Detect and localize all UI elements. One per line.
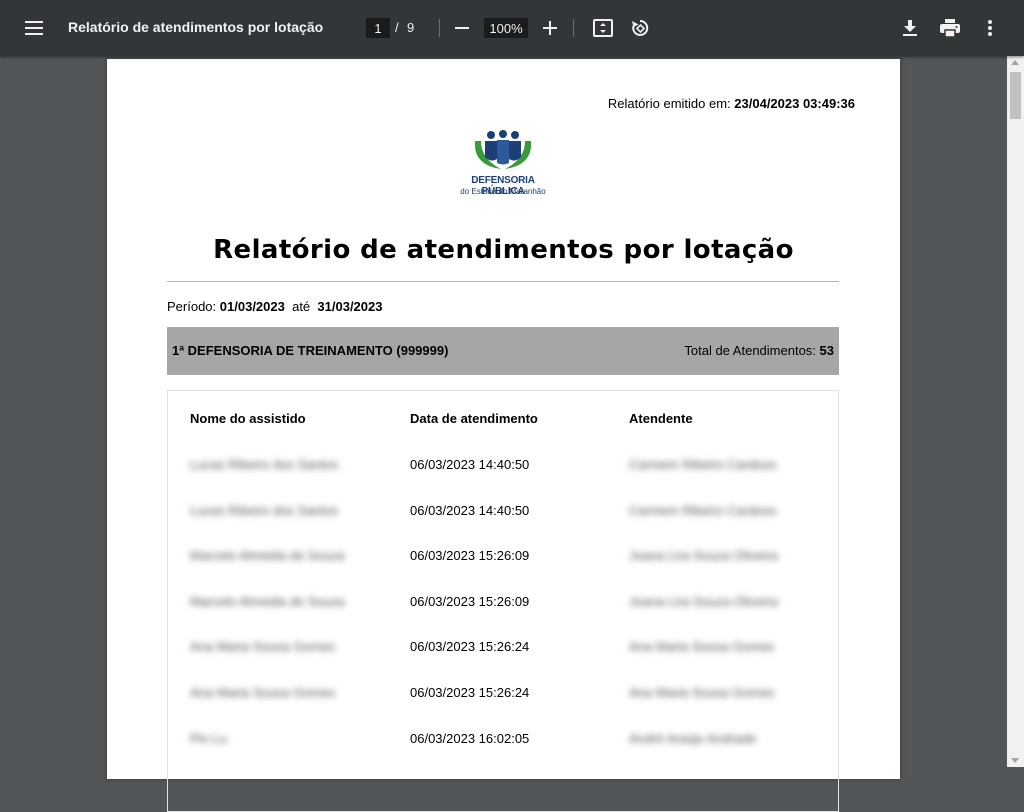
unit-total: Total de Atendimentos: 53	[684, 343, 834, 358]
download-icon	[903, 20, 917, 36]
column-header-date: Data de atendimento	[410, 411, 538, 426]
toolbar-divider	[573, 19, 574, 37]
cell-name: Marcelo Almeida de Souza	[190, 548, 345, 563]
cell-attendant: Carmem Ribeiro Cardoso	[629, 457, 777, 472]
plus-icon	[543, 21, 557, 35]
cell-attendant: André Araújo Andrade	[629, 731, 757, 746]
document-title: Relatório de atendimentos por lotação	[68, 19, 324, 35]
cell-date: 06/03/2023 14:40:50	[410, 457, 530, 472]
table-row: Lucas Ribeiro dos Santos 06/03/2023 14:4…	[168, 503, 838, 543]
total-value: 53	[819, 343, 834, 358]
print-icon	[940, 19, 960, 37]
report-title: Relatório de atendimentos por lotação	[213, 235, 794, 265]
total-label: Total de Atendimentos:	[684, 343, 816, 358]
table-row: Ana Maria Sousa Gomes 06/03/2023 15:26:2…	[168, 639, 838, 679]
period-until: até	[292, 299, 311, 314]
toolbar-divider	[439, 19, 440, 37]
table-row: Marcelo Almeida de Souza 06/03/2023 15:2…	[168, 594, 838, 634]
cell-name: Marcelo Almeida de Souza	[190, 594, 345, 609]
report-period: Período: 01/03/2023 até 31/03/2023	[167, 299, 382, 314]
menu-icon	[25, 21, 43, 35]
menu-button[interactable]	[18, 14, 50, 42]
page-total: 9	[407, 20, 415, 35]
emitted-value: 23/04/2023 03:49:36	[734, 96, 855, 111]
period-start: 01/03/2023	[219, 299, 285, 314]
rotate-icon	[632, 19, 649, 36]
scrollbar-thumb[interactable]	[1010, 72, 1021, 119]
scroll-up-arrow[interactable]	[1011, 60, 1019, 65]
title-divider	[167, 281, 839, 282]
cell-name: Pio Lu	[190, 731, 227, 746]
attendance-table: Nome do assistido Data de atendimento At…	[167, 390, 839, 812]
emitted-label: Relatório emitido em:	[607, 96, 731, 111]
cell-date: 06/03/2023 15:26:09	[410, 594, 530, 609]
cell-attendant: Carmem Ribeiro Cardoso	[629, 503, 777, 518]
print-button[interactable]	[938, 16, 962, 40]
rotate-button[interactable]	[628, 16, 652, 40]
zoom-in-button[interactable]	[538, 16, 562, 40]
cell-name: Lucas Ribeiro dos Santos	[190, 457, 339, 472]
zoom-out-button[interactable]	[450, 16, 474, 40]
cell-name: Lucas Ribeiro dos Santos	[190, 503, 339, 518]
cell-attendant: Joana Lira Souza Oliveira	[629, 594, 778, 609]
table-row: Pio Lu 06/03/2023 16:02:05 André Araújo …	[168, 731, 838, 771]
pdf-toolbar: Relatório de atendimentos por lotação 1 …	[0, 0, 1024, 56]
download-button[interactable]	[898, 16, 922, 40]
cell-date: 06/03/2023 15:26:24	[410, 685, 530, 700]
cell-attendant: Ana Maria Sousa Gomes	[629, 685, 775, 700]
page-number-input[interactable]: 1	[366, 18, 390, 38]
cell-attendant: Ana Maria Sousa Gomes	[629, 639, 775, 654]
table-row: Lucas Ribeiro dos Santos 06/03/2023 14:4…	[168, 457, 838, 497]
cell-name: Ana Maria Sousa Gomes	[190, 639, 336, 654]
page-separator: /	[395, 20, 399, 35]
logo-text-line2: do Estado do Maranhão	[460, 187, 546, 196]
zoom-level-input[interactable]: 100%	[484, 18, 528, 38]
defensoria-logo: DEFENSORIA PÚBLICA do Estado do Maranhão	[451, 129, 555, 199]
minus-icon	[455, 27, 469, 29]
cell-date: 06/03/2023 14:40:50	[410, 503, 530, 518]
fit-page-icon	[593, 19, 613, 37]
cell-date: 06/03/2023 15:26:24	[410, 639, 530, 654]
column-header-name: Nome do assistido	[190, 411, 306, 426]
more-options-button[interactable]	[978, 16, 1002, 40]
pdf-page: Relatório emitido em: 23/04/2023 03:49:3…	[107, 59, 900, 812]
table-row: Marcelo Almeida de Souza 06/03/2023 15:2…	[168, 548, 838, 588]
unit-name: 1ª DEFENSORIA DE TREINAMENTO (999999)	[172, 343, 449, 358]
report-emitted-date: Relatório emitido em: 23/04/2023 03:49:3…	[608, 96, 855, 111]
unit-header: 1ª DEFENSORIA DE TREINAMENTO (999999) To…	[167, 327, 839, 375]
cell-date: 06/03/2023 15:26:09	[410, 548, 530, 563]
more-vertical-icon	[988, 20, 992, 36]
cell-date: 06/03/2023 16:02:05	[410, 731, 530, 746]
cell-name: Ana Maria Sousa Gomes	[190, 685, 336, 700]
fit-to-page-button[interactable]	[591, 16, 615, 40]
vertical-scrollbar[interactable]	[1007, 56, 1024, 767]
column-header-attendant: Atendente	[629, 411, 693, 426]
table-row: Ana Maria Sousa Gomes 06/03/2023 15:26:2…	[168, 685, 838, 725]
cell-attendant: Joana Lira Souza Oliveira	[629, 548, 778, 563]
period-end: 31/03/2023	[317, 299, 383, 314]
scroll-down-arrow[interactable]	[1011, 758, 1019, 763]
defensoria-logo-icon	[474, 130, 532, 169]
period-label: Período:	[167, 299, 217, 314]
